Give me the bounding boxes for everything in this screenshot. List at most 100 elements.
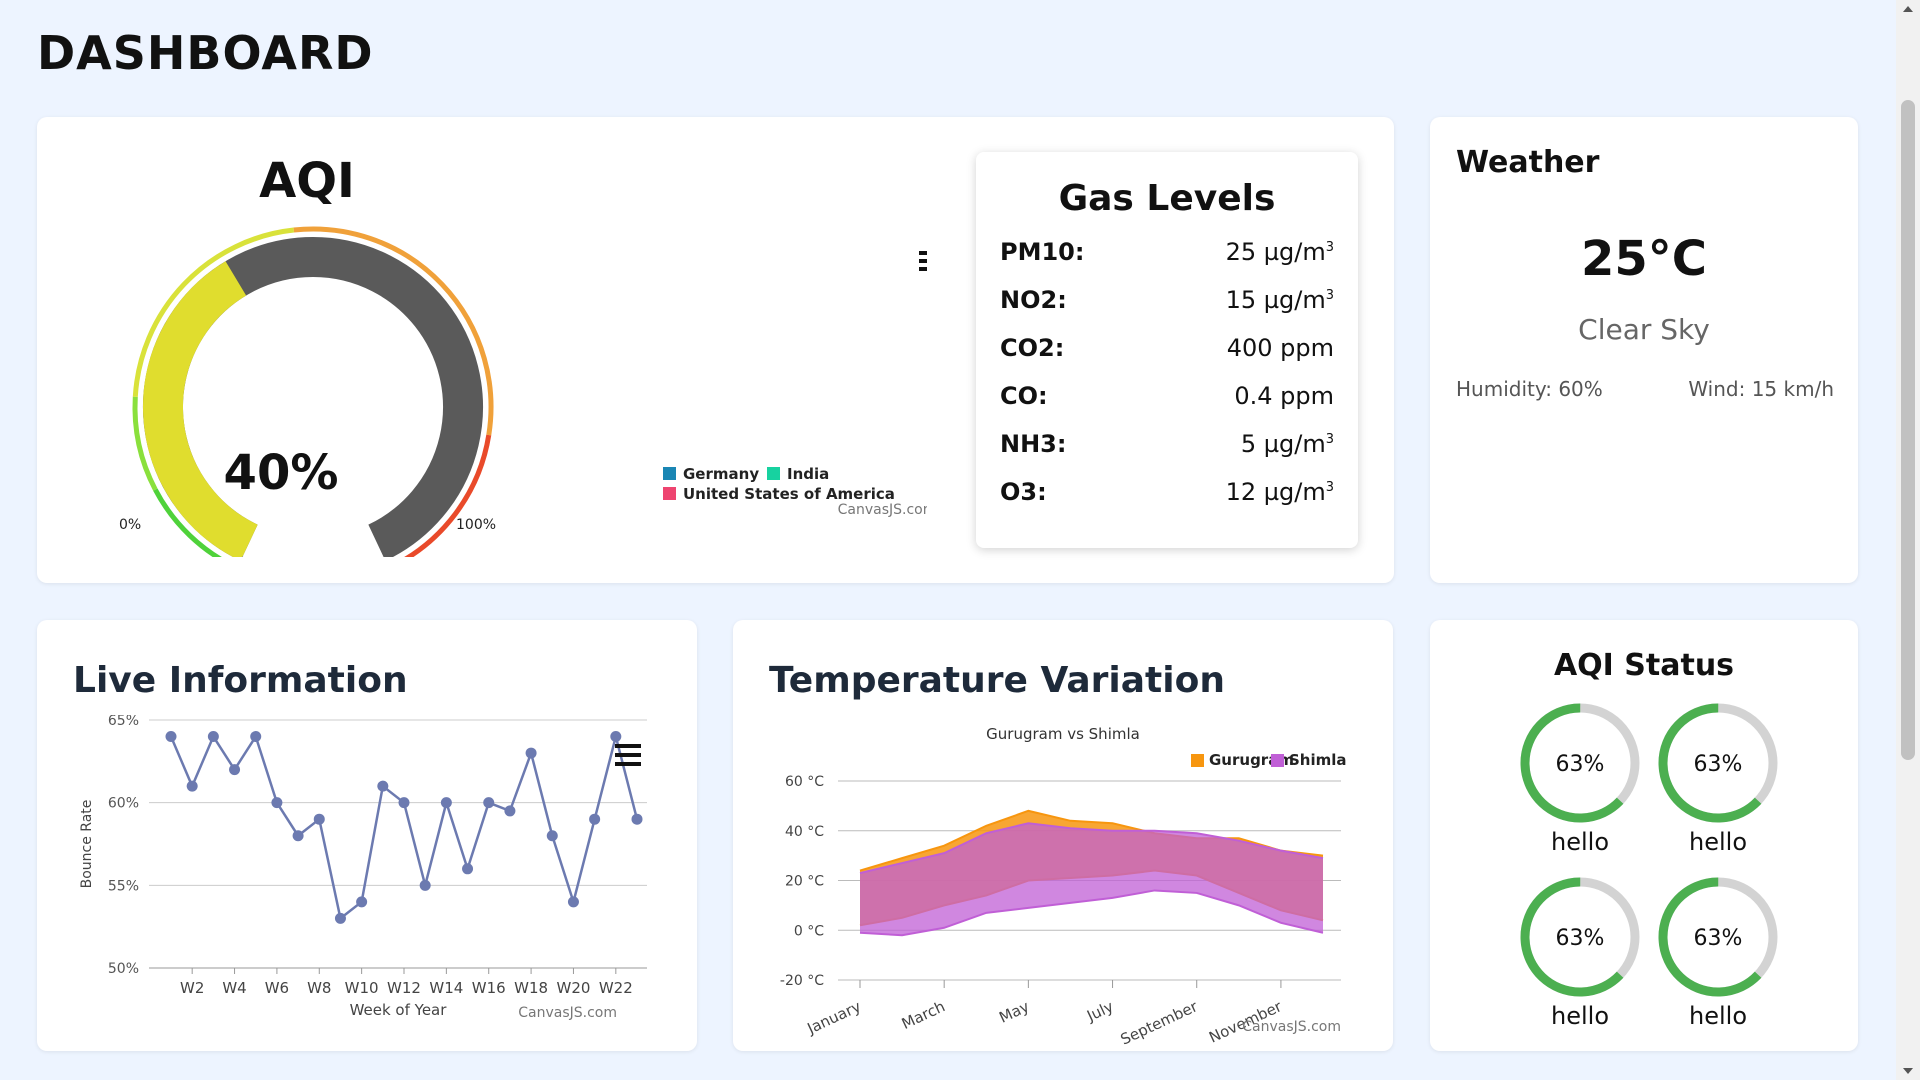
weather-temperature: 25°C <box>1580 231 1708 287</box>
legend-swatch <box>663 467 676 480</box>
area-y-tick-label: -20 °C <box>780 973 824 989</box>
line-y-axis-label: Bounce Rate <box>79 800 95 889</box>
bounce-rate-point <box>356 896 368 908</box>
line-x-tick-label: W18 <box>514 979 548 997</box>
aqi-value: 40% <box>224 445 339 501</box>
gas-label: NH3: <box>1000 430 1067 458</box>
aqi-gauge: AQI 40% 0% 100% <box>119 153 496 557</box>
gas-value-text: 12 µg/m <box>1225 478 1326 506</box>
line-x-tick-label: W2 <box>180 979 204 997</box>
gauge-value-arc <box>143 261 258 557</box>
gas-row: NH3: 5 µg/m3 <box>1000 430 1334 470</box>
gas-value: 15 µg/m3 <box>1226 286 1334 314</box>
gas-label: CO2: <box>1000 334 1065 362</box>
line-y-tick-label: 55% <box>108 878 139 894</box>
gas-value: 5 µg/m3 <box>1241 430 1334 458</box>
menu-bar <box>919 267 927 271</box>
gas-label: PM10: <box>1000 238 1085 266</box>
aqi-min-label: 0% <box>119 517 141 533</box>
line-x-tick-label: W12 <box>387 979 421 997</box>
gas-row: O3: 12 µg/m3 <box>1000 478 1334 518</box>
temperature-range-area <box>860 823 1323 936</box>
page-title: DASHBOARD <box>37 26 374 80</box>
legend-swatch <box>767 467 780 480</box>
bounce-rate-point <box>419 879 431 891</box>
bounce-rate-point <box>207 731 219 743</box>
bounce-rate-point <box>250 731 262 743</box>
scroll-up-arrow-icon[interactable] <box>1903 6 1913 12</box>
area-chart-title: Gurugram vs Shimla <box>986 725 1140 743</box>
bounce-rate-point <box>462 863 474 875</box>
live-information-title: Live Information <box>73 660 408 701</box>
line-y-tick-label: 60% <box>108 796 139 812</box>
gas-value-text: 0.4 ppm <box>1234 382 1334 410</box>
aqi-title: AQI <box>259 153 355 209</box>
bounce-rate-point <box>589 813 601 825</box>
gas-row: CO2: 400 ppm <box>1000 334 1334 374</box>
gas-unit-superscript: 3 <box>1325 480 1334 495</box>
bounce-rate-point <box>398 797 410 809</box>
aqi-status-card: AQI Status 63% hello 63% hello 63% hello 63% he… <box>1430 620 1858 1051</box>
bounce-rate-point <box>631 813 643 825</box>
aqi-status-ring: 63% <box>1520 703 1640 823</box>
bounce-rate-point <box>610 731 622 743</box>
line-x-tick-label: W14 <box>429 979 463 997</box>
gas-value-text: 400 ppm <box>1226 334 1334 362</box>
gas-value: 400 ppm <box>1227 334 1334 362</box>
aqi-status-ring: 63% <box>1520 877 1640 997</box>
bounce-rate-point <box>567 896 579 908</box>
ring-value-text: 63% <box>1694 752 1743 777</box>
area-y-tick-label: 60 °C <box>785 774 824 790</box>
line-y-tick-label: 50% <box>108 961 139 977</box>
line-x-tick-label: W10 <box>345 979 379 997</box>
bounce-rate-point <box>525 747 537 759</box>
legend-swatch <box>663 487 676 500</box>
bounce-rate-line-chart: 50% 55% 60% 65% W2 W4 W6 W8 W10 W12 W14 W16 W18 W20 W2… <box>79 715 647 1021</box>
aqi-card: AQI 40% 0% 100% Last 3 Days$0K$50K$100K$… <box>37 117 1394 583</box>
bar-chart-menu-icon[interactable] <box>919 251 927 271</box>
ring-value-text: 63% <box>1694 926 1743 951</box>
live-information-card: Live Information 50% 55% 60% 65% W2 W4 W6 W8 W10… <box>37 620 697 1051</box>
area-x-tick-label: March <box>899 997 948 1033</box>
gas-value-text: 5 µg/m <box>1240 430 1326 458</box>
bounce-rate-point <box>546 830 558 842</box>
area-x-tick-label: January <box>804 997 864 1038</box>
bounce-rate-line <box>169 733 639 921</box>
canvasjs-watermark: CanvasJS.com <box>1242 1019 1341 1035</box>
line-y-tick-label: 65% <box>108 715 139 729</box>
weather-card: Weather 25°C Clear Sky Humidity: 60% Win… <box>1430 117 1858 583</box>
line-x-tick-label: W8 <box>307 979 331 997</box>
area-x-tick-label: September <box>1118 997 1202 1049</box>
line-x-tick-label: W16 <box>472 979 506 997</box>
aqi-max-label: 100% <box>456 517 496 533</box>
line-x-tick-label: W6 <box>265 979 289 997</box>
scroll-down-arrow-icon[interactable] <box>1903 1068 1913 1074</box>
menu-bar <box>919 259 927 263</box>
vertical-scrollbar[interactable] <box>1896 0 1920 1080</box>
bounce-rate-point <box>377 780 389 792</box>
legend-label: United States of America <box>683 485 895 503</box>
ring-label: hello <box>1689 828 1747 856</box>
aqi-status-ring: 63% <box>1658 703 1778 823</box>
line-x-axis-label: Week of Year <box>350 1001 448 1019</box>
gas-unit-superscript: 3 <box>1325 288 1334 303</box>
area-x-tick-label: May <box>996 997 1032 1026</box>
bounce-rate-point <box>334 912 346 924</box>
legend-swatch <box>1271 754 1284 767</box>
line-x-tick-label: W20 <box>556 979 590 997</box>
legend-label: Germany <box>683 465 759 483</box>
scrollbar-thumb[interactable] <box>1901 100 1915 760</box>
legend-label: India <box>787 465 829 483</box>
temperature-variation-title: Temperature Variation <box>769 660 1225 701</box>
bounce-rate-point <box>229 764 241 776</box>
gas-value-text: 15 µg/m <box>1225 286 1326 314</box>
ring-label: hello <box>1551 828 1609 856</box>
chart-menu-icon[interactable] <box>615 744 641 766</box>
bounce-rate-point <box>165 731 177 743</box>
bounce-rate-point <box>440 797 452 809</box>
bounce-rate-point <box>292 830 304 842</box>
temperature-variation-card: Temperature Variation Gurugram vs Shimla… <box>733 620 1393 1051</box>
ring-value-text: 63% <box>1556 752 1605 777</box>
weather-humidity: Humidity: 60% <box>1456 377 1603 401</box>
gas-unit-superscript: 3 <box>1325 432 1334 447</box>
